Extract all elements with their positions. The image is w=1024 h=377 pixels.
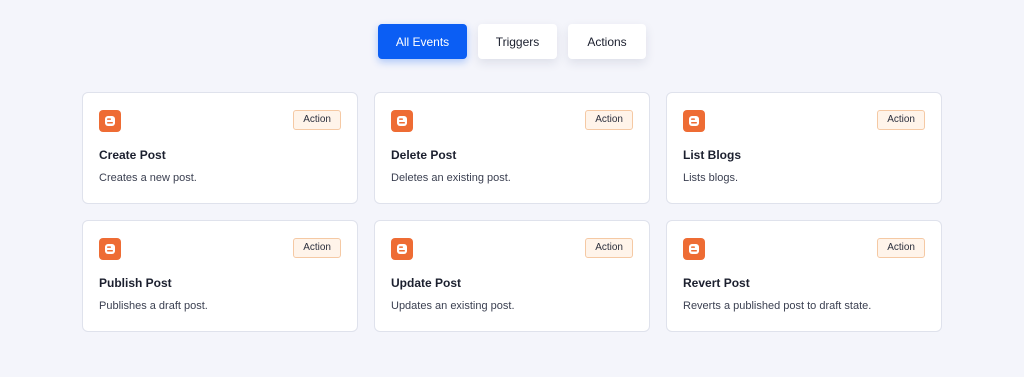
event-type-badge: Action [585,238,633,258]
event-type-badge: Action [877,238,925,258]
event-description: Creates a new post. [99,172,197,184]
event-title: Update Post [391,276,462,290]
blogger-icon [391,110,413,132]
event-cards-grid: Action Create Post Creates a new post. A… [82,92,942,332]
event-description: Lists blogs. [683,172,739,184]
event-title: Create Post [99,148,166,162]
blogger-icon [391,238,413,260]
event-card-list-blogs[interactable]: Action List Blogs Lists blogs. [666,92,942,204]
event-title: Publish Post [99,276,172,290]
event-description: Deletes an existing post. [391,172,511,184]
tab-all-events[interactable]: All Events [378,24,467,59]
event-type-badge: Action [585,110,633,130]
event-description: Reverts a published post to draft state. [683,300,872,312]
blogger-icon [683,110,705,132]
blogger-icon [683,238,705,260]
blogger-icon [99,238,121,260]
event-card-revert-post[interactable]: Action Revert Post Reverts a published p… [666,220,942,332]
blogger-icon [99,110,121,132]
event-card-publish-post[interactable]: Action Publish Post Publishes a draft po… [82,220,358,332]
event-card-create-post[interactable]: Action Create Post Creates a new post. [82,92,358,204]
tab-triggers[interactable]: Triggers [478,24,557,59]
event-title: Delete Post [391,148,457,162]
event-title: List Blogs [683,148,742,162]
event-type-badge: Action [877,110,925,130]
event-type-badge: Action [293,238,341,258]
event-card-delete-post[interactable]: Action Delete Post Deletes an existing p… [374,92,650,204]
event-description: Updates an existing post. [391,300,515,312]
tab-actions[interactable]: Actions [568,24,646,59]
event-type-badge: Action [293,110,341,130]
event-description: Publishes a draft post. [99,300,208,312]
event-card-update-post[interactable]: Action Update Post Updates an existing p… [374,220,650,332]
event-title: Revert Post [683,276,750,290]
event-filter-tabs: All Events Triggers Actions [0,24,1024,59]
